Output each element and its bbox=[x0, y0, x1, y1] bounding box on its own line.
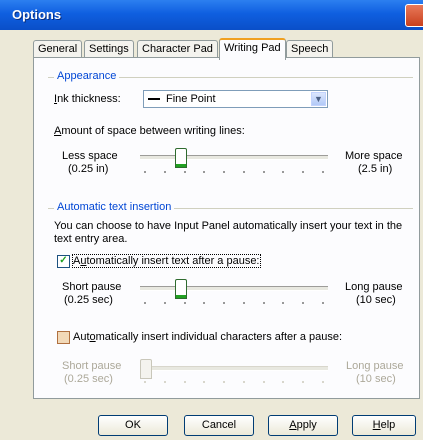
ok-button[interactable]: OK bbox=[98, 415, 168, 436]
auto-insert-description-line2: text entry area. bbox=[54, 233, 128, 245]
close-button[interactable] bbox=[405, 4, 423, 27]
long-pause2-label: Long pause bbox=[346, 360, 404, 372]
auto-insert-text-checkbox[interactable]: ✓ bbox=[57, 255, 70, 268]
line-space-slider-thumb[interactable] bbox=[175, 148, 188, 168]
auto-insert-group-title: Automatic text insertion bbox=[54, 201, 175, 213]
tab-settings[interactable]: Settings bbox=[84, 40, 134, 58]
long-pause2-value: (10 sec) bbox=[356, 373, 396, 385]
ink-thickness-dropdown[interactable]: Fine Point ▼ bbox=[143, 90, 328, 108]
short-pause-label: Short pause bbox=[62, 281, 122, 293]
pause-ticks bbox=[144, 302, 324, 305]
ink-thickness-label: Ink thickness: bbox=[54, 93, 121, 105]
less-space-label: Less space bbox=[62, 150, 118, 162]
help-button[interactable]: Help bbox=[352, 415, 416, 436]
auto-insert-chars-label[interactable]: Automatically insert individual characte… bbox=[73, 331, 342, 343]
short-pause2-value: (0.25 sec) bbox=[64, 373, 113, 385]
auto-insert-chars-checkbox[interactable] bbox=[57, 331, 70, 344]
short-pause2-label: Short pause bbox=[62, 360, 122, 372]
more-space-label: More space bbox=[345, 150, 403, 162]
cancel-button[interactable]: Cancel bbox=[184, 415, 254, 436]
char-pause-slider-track bbox=[140, 366, 328, 371]
short-pause-value: (0.25 sec) bbox=[64, 294, 113, 306]
long-pause-label: Long pause bbox=[345, 281, 403, 293]
char-pause-slider-thumb bbox=[140, 359, 152, 379]
tab-general[interactable]: General bbox=[33, 40, 83, 58]
pause-slider-track[interactable] bbox=[140, 286, 328, 291]
more-space-value: (2.5 in) bbox=[358, 163, 393, 175]
tab-character-pad[interactable]: Character Pad bbox=[137, 40, 218, 58]
long-pause-value: (10 sec) bbox=[356, 294, 396, 306]
line-space-ticks bbox=[144, 171, 324, 174]
tab-writing-pad[interactable]: Writing Pad bbox=[219, 38, 286, 60]
title-bar: Options bbox=[0, 0, 423, 30]
apply-button[interactable]: Apply bbox=[268, 415, 338, 436]
less-space-value: (0.25 in) bbox=[68, 163, 109, 175]
auto-insert-description-line1: You can choose to have Input Panel autom… bbox=[54, 220, 403, 232]
ink-line-sample bbox=[148, 98, 160, 100]
char-pause-ticks bbox=[144, 381, 324, 384]
window-title: Options bbox=[12, 7, 62, 22]
line-space-label: Amount of space between writing lines: bbox=[54, 125, 245, 137]
pause-slider-thumb[interactable] bbox=[175, 279, 188, 299]
tab-speech[interactable]: Speech bbox=[286, 40, 334, 58]
chevron-down-icon[interactable]: ▼ bbox=[311, 92, 326, 106]
appearance-group-title: Appearance bbox=[54, 70, 120, 82]
line-space-slider-track[interactable] bbox=[140, 155, 328, 160]
auto-insert-text-label[interactable]: Automatically insert text after a pause: bbox=[72, 254, 261, 268]
ink-thickness-value: Fine Point bbox=[166, 93, 216, 105]
